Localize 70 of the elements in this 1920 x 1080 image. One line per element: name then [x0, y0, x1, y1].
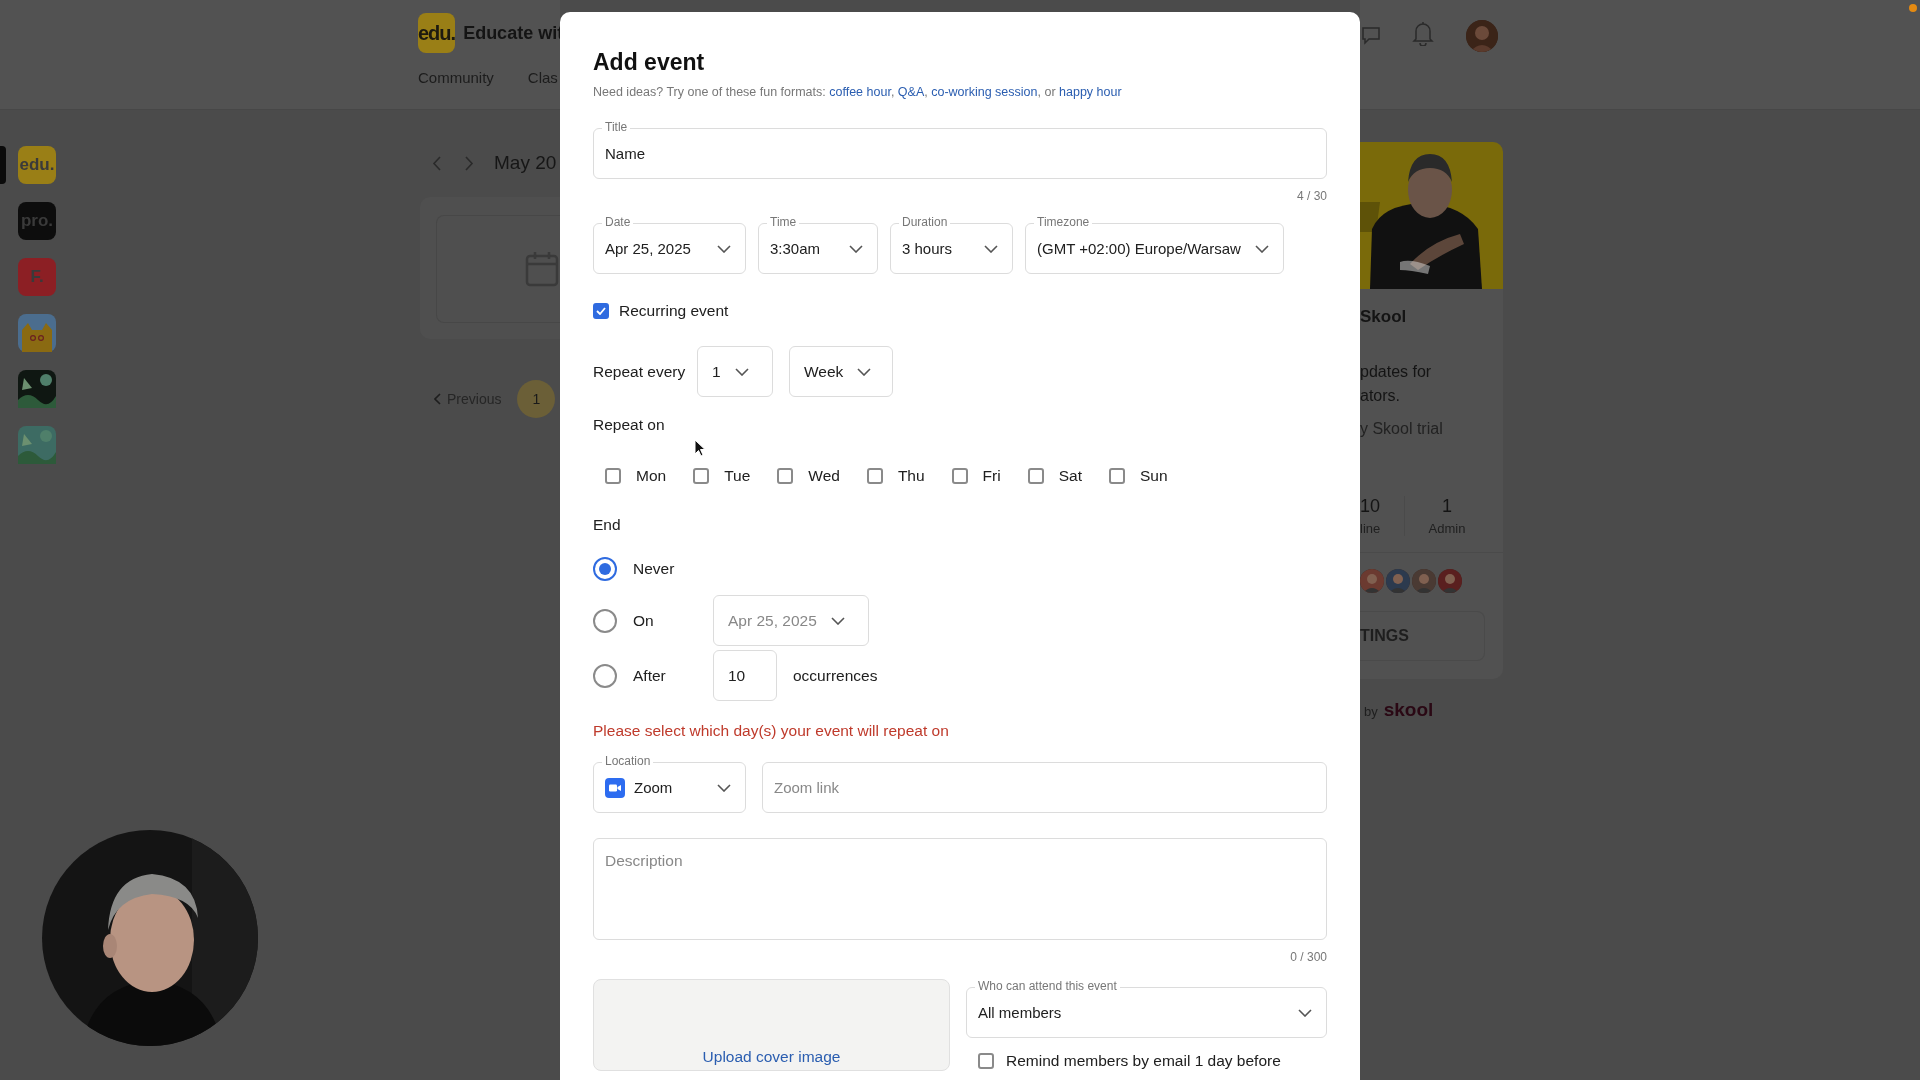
avatar[interactable]	[1386, 569, 1410, 593]
format-link[interactable]: happy hour	[1059, 85, 1122, 99]
error-message: Please select which day(s) your event will repeat on	[593, 721, 950, 741]
occurrences-label: occurrences	[793, 666, 878, 685]
repeat-on-label: Repeat on	[593, 415, 666, 435]
cover-image-dropzone[interactable]: Upload cover image	[593, 979, 950, 1071]
checkbox[interactable]	[605, 468, 621, 484]
chevron-icon	[717, 783, 731, 792]
checkbox[interactable]	[777, 468, 794, 484]
checkbox[interactable]	[978, 1053, 994, 1069]
avatar[interactable]	[1412, 569, 1436, 593]
checkbox-label[interactable]: Thu	[897, 467, 925, 485]
radio-label[interactable]: After	[633, 666, 713, 685]
chevron-left-icon[interactable]	[432, 155, 441, 171]
avatar[interactable]	[1466, 20, 1498, 52]
end-label: End	[593, 515, 622, 535]
card-title: Skool	[1360, 307, 1408, 327]
checkbox[interactable]	[693, 468, 710, 484]
checkbox-label[interactable]: Fri	[982, 467, 1001, 485]
unit-select[interactable]: Week	[789, 346, 893, 397]
chevron-left-icon	[434, 393, 441, 405]
checkbox-label[interactable]: Sun	[1139, 467, 1168, 485]
avatar[interactable]	[1438, 569, 1462, 593]
chevron-icon	[984, 244, 998, 253]
stat-value: 10	[1360, 496, 1381, 517]
occurrences-field[interactable]: 10	[713, 650, 777, 701]
description-field[interactable]: Description	[593, 838, 1327, 940]
card-description: pdates for ators.	[1360, 362, 1433, 406]
stat-value: 1	[1442, 496, 1452, 517]
cat-icon[interactable]	[18, 314, 56, 352]
checkbox[interactable]	[866, 468, 883, 484]
chevron-right-icon[interactable]	[465, 155, 474, 171]
brand-logo: skool	[1383, 699, 1434, 721]
checkmark-icon	[596, 307, 606, 315]
checkbox[interactable]	[1108, 468, 1125, 484]
dialog-title: Add event	[593, 48, 706, 77]
chevron-icon	[1298, 1008, 1312, 1017]
hint-text: Need ideas? Try one of these fun formats: coffee hour, Q&A, co-working session, or happy hour	[593, 84, 1123, 100]
character-counter: 4 / 30	[1296, 188, 1327, 204]
chat-icon[interactable]	[1362, 25, 1380, 45]
checkbox[interactable]	[593, 303, 609, 319]
cursor-icon	[694, 439, 706, 457]
checkbox-label[interactable]: Tue	[724, 467, 751, 485]
video-camera-icon	[605, 777, 625, 798]
upload-link[interactable]: Upload cover image	[702, 1048, 841, 1066]
chevron-icon	[1254, 244, 1269, 253]
checkbox-label[interactable]: Wed	[808, 467, 840, 485]
checkbox[interactable]	[951, 468, 968, 484]
checkbox-label[interactable]: Recurring event	[619, 302, 729, 320]
checkbox-label[interactable]: Remind members by email 1 day before	[1006, 1052, 1281, 1070]
calendar-icon	[525, 250, 559, 288]
bell-icon[interactable]	[1412, 20, 1434, 46]
chevron-icon	[857, 367, 872, 376]
radio-label[interactable]: Never	[633, 560, 713, 578]
interval-select[interactable]: 1	[697, 346, 773, 397]
format-link[interactable]: coffee hour	[829, 85, 891, 99]
community-logo[interactable]: edu.	[418, 13, 456, 53]
radio-button[interactable]	[593, 557, 617, 581]
avatar[interactable]	[1360, 569, 1384, 593]
chevron-icon	[734, 367, 749, 376]
radio-button[interactable]	[593, 663, 617, 688]
checkbox[interactable]	[1027, 468, 1044, 484]
character-counter: 0 / 300	[1290, 949, 1327, 965]
chevron-icon	[830, 616, 845, 625]
notification-dot	[1909, 4, 1917, 12]
checkbox-label[interactable]: Mon	[636, 467, 667, 485]
format-link[interactable]: co-working session	[931, 85, 1038, 99]
chevron-icon	[717, 244, 731, 253]
chevron-icon	[849, 244, 863, 253]
checkbox-label[interactable]: Sat	[1058, 467, 1082, 485]
